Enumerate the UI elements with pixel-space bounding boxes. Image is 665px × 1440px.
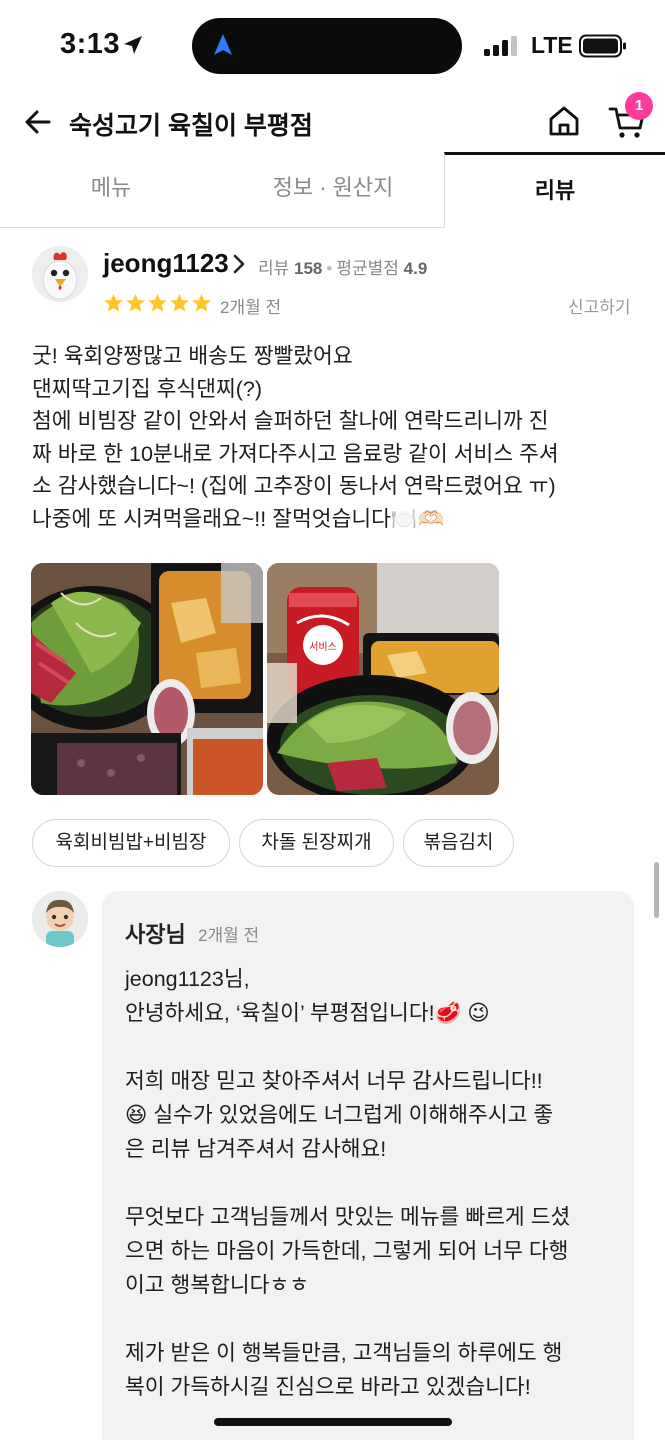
reply-line: 저희 매장 믿고 찾아주셔서 너무 감사드립니다!!: [125, 1069, 543, 1093]
owner-reply-text: jeong1123님, 안녕하세요, ‘육칠이’ 부평점입니다!🥩 😉 저희 매…: [125, 962, 625, 1404]
location-arrow-icon: [124, 36, 142, 54]
can-label: 서비스: [309, 641, 337, 653]
battery-icon: [579, 34, 626, 58]
app-header: 숙성고기 육칠이 부평점: [0, 92, 665, 154]
reply-line: [125, 1166, 625, 1200]
back-arrow-icon[interactable]: [22, 106, 54, 138]
reply-line: 제가 받은 이 행복들만큼, 고객님들의 하루에도 행: [125, 1341, 563, 1365]
review-count: 158: [294, 259, 323, 278]
network-type: LTE: [531, 32, 573, 58]
tab-menu[interactable]: 메뉴: [0, 152, 222, 228]
cart-count-badge: 1: [625, 92, 653, 120]
tab-info-origin[interactable]: 정보 · 원산지: [222, 152, 444, 228]
review-line: 짜 바로 한 10분내로 가져다주시고 음료랑 같이 서비스 주셔: [32, 441, 559, 466]
reply-line: [125, 1030, 625, 1064]
page-title: 숙성고기 육칠이 부평점: [69, 112, 313, 140]
reply-line: 이고 행복합니다ㅎㅎ: [125, 1273, 309, 1297]
reviewer-avatar[interactable]: [32, 246, 88, 302]
review-line: 나중에 또 시켜먹을래요~!! 잘먹엇습니다🍽️🫶🏻: [32, 506, 445, 531]
menu-tag[interactable]: 볶음김치: [403, 819, 514, 867]
star-icon: [192, 293, 211, 312]
scrollbar[interactable]: [654, 862, 659, 918]
chevron-right-icon[interactable]: [230, 254, 248, 274]
menu-tag[interactable]: 육회비빔밥+비빔장: [32, 819, 230, 867]
average-rating-label: 평균별점: [336, 259, 399, 278]
reply-line: 은 리뷰 남겨주셔서 감사해요!: [125, 1137, 387, 1161]
reviewer-stats: 리뷰 158 • 평균별점 4.9: [258, 259, 428, 278]
review-line: 댄찌딱고기집 후식댄찌(?): [32, 376, 263, 401]
owner-name: 사장님: [125, 922, 186, 947]
navigation-icon: [214, 34, 232, 55]
reviewer-nickname[interactable]: jeong1123: [103, 248, 229, 279]
owner-reply-date: 2개월 전: [198, 926, 260, 945]
food-photo-bibimbap: [31, 563, 263, 795]
star-icon: [104, 293, 123, 312]
status-time: 3:13: [60, 28, 121, 60]
tab-bar: 메뉴 정보 · 원산지 리뷰: [0, 152, 665, 228]
reply-line: [125, 1302, 625, 1336]
review-photo[interactable]: 서비스: [267, 563, 499, 795]
chicken-avatar-icon: [32, 246, 88, 302]
review-count-label: 리뷰: [258, 259, 290, 278]
reply-line: jeong1123님,: [125, 967, 250, 991]
food-photo-delivery: 서비스: [267, 563, 499, 795]
review-line: 굿! 육회양짱많고 배송도 짱빨랐어요: [32, 344, 353, 368]
review-line: 첨에 비빔장 같이 안와서 슬퍼하던 찰나에 연락드리니까 진: [32, 409, 549, 433]
star-rating: [103, 292, 212, 316]
reply-line: 😆 실수가 있었음에도 너그럽게 이해해주시고 좋: [125, 1103, 554, 1127]
star-icon: [170, 293, 189, 312]
review-line: 소 감사했습니다~! (집에 고추장이 동나서 연락드렸어요 ㅠ): [32, 474, 556, 498]
reply-line: 안녕하세요, ‘육칠이’ 부평점입니다!🥩 😉: [125, 1001, 490, 1025]
reply-line: 무엇보다 고객님들께서 맛있는 메뉴를 빠르게 드셨: [125, 1205, 571, 1229]
report-button[interactable]: 신고하기: [568, 293, 631, 318]
star-icon: [148, 293, 167, 312]
signal-icon: [484, 36, 517, 56]
review-photo[interactable]: [31, 563, 263, 795]
average-rating: 4.9: [403, 259, 428, 278]
menu-tag[interactable]: 차돌 된장찌개: [239, 819, 394, 867]
review-text: 굿! 육회양짱많고 배송도 짱빨랐어요 댄찌딱고기집 후식댄찌(?) 첨에 비빔…: [32, 340, 632, 535]
status-bar: 3:13 LTE: [0, 0, 665, 92]
tab-reviews[interactable]: 리뷰: [444, 152, 665, 228]
owner-character-icon: [32, 891, 88, 947]
owner-avatar: [32, 891, 88, 947]
reply-line: 으면 하는 마음이 가득한데, 그렇게 되어 너무 다행: [125, 1239, 569, 1263]
reply-line: 복이 가득하시길 진심으로 바라고 있겠습니다!: [125, 1375, 531, 1399]
home-icon[interactable]: [547, 104, 581, 138]
star-icon: [126, 293, 145, 312]
review-date: 2개월 전: [220, 298, 282, 317]
home-indicator[interactable]: [214, 1418, 452, 1426]
